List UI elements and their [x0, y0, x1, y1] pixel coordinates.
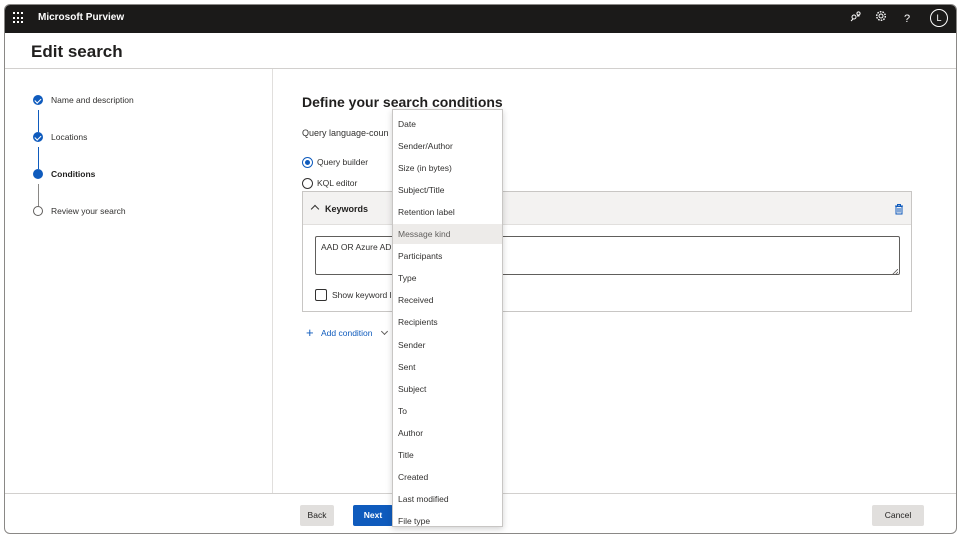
radio-label: Query builder [317, 157, 369, 167]
menu-item-subject[interactable]: Subject [393, 379, 502, 399]
menu-item-retention-label[interactable]: Retention label [393, 202, 502, 222]
menu-item-recipients[interactable]: Recipients [393, 312, 502, 332]
resize-grip-icon[interactable] [892, 267, 899, 274]
current-step-icon [33, 169, 43, 179]
chevron-down-icon [380, 327, 389, 336]
step-label: Locations [51, 132, 88, 142]
menu-item-to[interactable]: To [393, 401, 502, 421]
page-title: Edit search [31, 42, 123, 61]
keywords-title: Keywords [325, 204, 369, 214]
menu-item-title[interactable]: Title [393, 445, 502, 465]
menu-item-file-type[interactable]: File type [393, 511, 502, 531]
radio-label: KQL editor [317, 178, 358, 188]
checkmark-icon [33, 95, 43, 105]
menu-item-participants[interactable]: Participants [393, 246, 502, 266]
plus-icon: + [306, 325, 314, 340]
back-button[interactable]: Back [300, 505, 334, 526]
section-title: Define your search conditions [302, 94, 503, 110]
delete-icon[interactable] [893, 202, 905, 215]
condition-dropdown-menu: Date Sender/Author Size (in bytes) Subje… [392, 109, 503, 527]
menu-item-type[interactable]: Type [393, 268, 502, 288]
menu-item-subject-title[interactable]: Subject/Title [393, 180, 502, 200]
app-name[interactable]: Microsoft Purview [38, 12, 124, 23]
menu-item-sent[interactable]: Sent [393, 357, 502, 377]
radio-button-checked[interactable] [302, 157, 313, 168]
menu-item-size[interactable]: Size (in bytes) [393, 158, 502, 178]
step-label: Conditions [51, 169, 96, 179]
title-divider [5, 68, 956, 69]
menu-item-last-modified[interactable]: Last modified [393, 489, 502, 509]
step-connector [37, 110, 39, 132]
panel-divider [272, 69, 273, 493]
menu-item-sender-author[interactable]: Sender/Author [393, 136, 502, 156]
menu-item-received[interactable]: Received [393, 290, 502, 310]
show-keyword-label: Show keyword l [332, 290, 392, 300]
menu-item-created[interactable]: Created [393, 467, 502, 487]
chevron-up-icon[interactable] [310, 204, 320, 214]
menu-item-message-kind[interactable]: Message kind [393, 224, 502, 244]
keywords-value: AAD OR Azure AD [321, 242, 392, 252]
menu-item-author[interactable]: Author [393, 423, 502, 443]
step-connector [37, 147, 39, 169]
pending-step-icon [33, 206, 43, 216]
step-label: Review your search [51, 206, 126, 216]
menu-item-date[interactable]: Date [393, 114, 502, 134]
cancel-button[interactable]: Cancel [872, 505, 924, 526]
top-bar: Microsoft Purview ? L [5, 5, 956, 33]
step-label: Name and description [51, 95, 134, 105]
app-launcher-icon[interactable] [13, 12, 25, 24]
app-window: Microsoft Purview ? L Edit search Name a… [4, 4, 957, 534]
add-condition-label: Add condition [321, 328, 373, 338]
next-button[interactable]: Next [353, 505, 393, 526]
query-language-label[interactable]: Query language-coun [302, 128, 389, 138]
avatar[interactable]: L [930, 9, 948, 27]
people-icon[interactable] [847, 10, 865, 28]
radio-button[interactable] [302, 178, 313, 189]
show-keyword-checkbox[interactable] [315, 289, 327, 301]
gear-icon[interactable] [872, 10, 890, 28]
help-icon[interactable]: ? [898, 10, 916, 28]
menu-item-sender[interactable]: Sender [393, 335, 502, 355]
step-connector [37, 184, 39, 206]
checkmark-icon [33, 132, 43, 142]
